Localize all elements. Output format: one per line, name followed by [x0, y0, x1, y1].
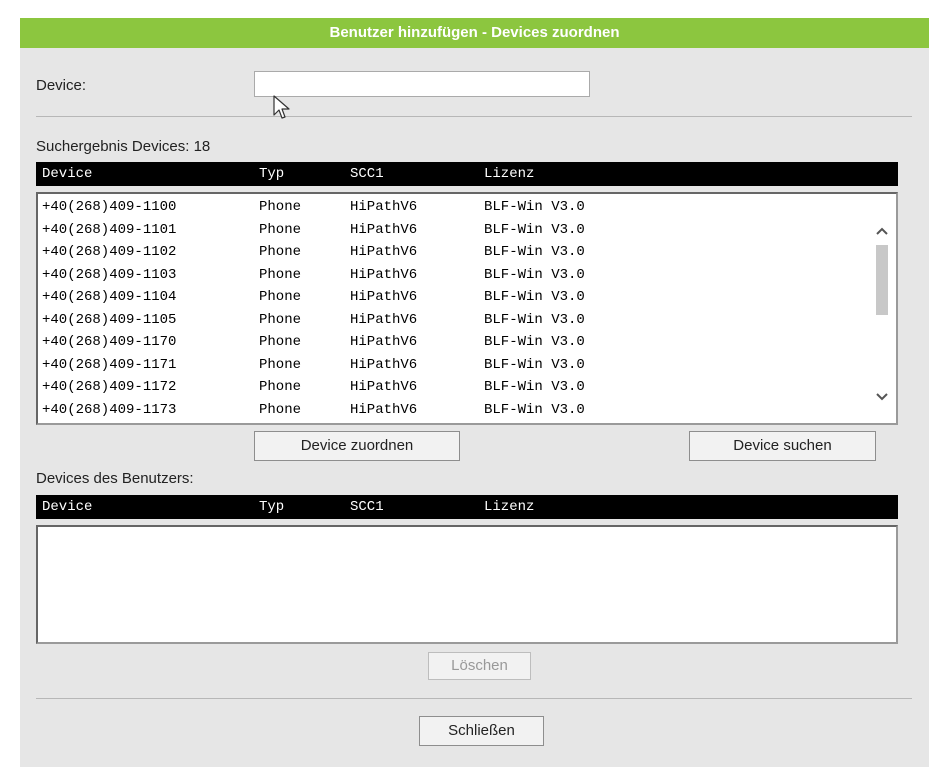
device-cell: +40(268)409-1173 [42, 401, 177, 418]
typ-cell: Phone [259, 334, 302, 350]
assign-device-button[interactable]: Device zuordnen [254, 431, 460, 461]
device-cell: +40(268)409-1172 [42, 379, 177, 395]
device-cell: +40(268)409-1101 [42, 221, 177, 238]
table-row[interactable]: +40(268)409-1172 Phone HiPathV6 BLF-Win V3.… [38, 376, 858, 398]
typ-cell: Phone [259, 244, 302, 260]
scc1-cell: HiPathV6 [350, 244, 418, 260]
user-devices-list[interactable] [36, 525, 898, 644]
delete-button[interactable]: Löschen [428, 652, 531, 680]
table-row[interactable]: +40(268)409-1102 Phone HiPathV6 BLF-Win V3.… [38, 241, 858, 263]
lizenz-cell: BLF-Win V3.0 [484, 401, 585, 418]
table-row[interactable]: +40(268)409-1100 Phone HiPathV6 BLF-Win V3.… [38, 196, 858, 218]
device-cell: +40(268)409-1100 [42, 199, 177, 215]
device-cell: +40(268)409-1102 [42, 244, 177, 260]
lizenz-cell: BLF-Win V3.0 [484, 221, 585, 238]
device-label: Device: [36, 77, 87, 94]
device-cell: +40(268)409-1105 [42, 311, 177, 328]
lizenz-cell: BLF-Win V3.0 [484, 379, 585, 395]
typ-cell: Phone [259, 199, 302, 215]
scc1-cell: HiPathV6 [350, 311, 418, 328]
search-results-header: Device Typ SCC1 Lizenz [36, 162, 898, 186]
column-header-scc1: SCC1 [350, 166, 384, 182]
column-header-lizenz: Lizenz [484, 499, 535, 515]
lizenz-cell: BLF-Win V3.0 [484, 334, 585, 350]
lizenz-cell: BLF-Win V3.0 [484, 289, 585, 305]
typ-cell: Phone [259, 379, 302, 395]
scc1-cell: HiPathV6 [350, 289, 418, 305]
table-row[interactable]: +40(268)409-1101 Phone HiPathV6 BLF-Win V3.… [38, 219, 858, 241]
scc1-cell: HiPathV6 [350, 199, 418, 215]
scc1-cell: HiPathV6 [350, 221, 418, 238]
typ-cell: Phone [259, 401, 302, 418]
chevron-up-icon[interactable] [874, 224, 890, 238]
scc1-cell: HiPathV6 [350, 356, 418, 373]
lizenz-cell: BLF-Win V3.0 [484, 244, 585, 260]
table-row[interactable]: +40(268)409-1105 Phone HiPathV6 BLF-Win V3.… [38, 309, 858, 331]
typ-cell: Phone [259, 266, 302, 283]
column-header-lizenz: Lizenz [484, 166, 535, 182]
typ-cell: Phone [259, 356, 302, 373]
scrollbar-thumb[interactable] [876, 245, 888, 315]
divider [36, 116, 912, 117]
table-row[interactable]: +40(268)409-1170 Phone HiPathV6 BLF-Win V3.… [38, 331, 858, 353]
search-results-list[interactable]: +40(268)409-1100 Phone HiPathV6 BLF-Win V3.… [36, 192, 898, 425]
scc1-cell: HiPathV6 [350, 266, 418, 283]
table-row[interactable]: +40(268)409-1171 Phone HiPathV6 BLF-Win V3.… [38, 354, 858, 376]
search-result-label: Suchergebnis Devices: 18 [36, 138, 211, 155]
table-row[interactable]: +40(268)409-1173 Phone HiPathV6 BLF-Win V3.… [38, 399, 858, 421]
column-header-device: Device [42, 166, 93, 182]
user-devices-label: Devices des Benutzers: [36, 470, 194, 487]
close-button[interactable]: Schließen [419, 716, 544, 746]
user-devices-header: Device Typ SCC1 Lizenz [36, 495, 898, 519]
table-row[interactable]: +40(268)409-1104 Phone HiPathV6 BLF-Win V3.… [38, 286, 858, 308]
lizenz-cell: BLF-Win V3.0 [484, 356, 585, 373]
device-cell: +40(268)409-1104 [42, 289, 177, 305]
typ-cell: Phone [259, 289, 302, 305]
lizenz-cell: BLF-Win V3.0 [484, 311, 585, 328]
typ-cell: Phone [259, 311, 302, 328]
device-cell: +40(268)409-1103 [42, 266, 177, 283]
lizenz-cell: BLF-Win V3.0 [484, 199, 585, 215]
mouse-pointer-icon [273, 95, 290, 119]
device-input[interactable] [254, 71, 590, 97]
device-cell: +40(268)409-1170 [42, 334, 177, 350]
table-row[interactable]: +40(268)409-1103 Phone HiPathV6 BLF-Win V3.… [38, 264, 858, 286]
typ-cell: Phone [259, 221, 302, 238]
assign-devices-dialog: Benutzer hinzufügen - Devices zuordnen D… [20, 18, 929, 767]
scc1-cell: HiPathV6 [350, 334, 418, 350]
column-header-device: Device [42, 499, 93, 515]
search-device-button[interactable]: Device suchen [689, 431, 876, 461]
chevron-down-icon[interactable] [874, 390, 890, 404]
scc1-cell: HiPathV6 [350, 401, 418, 418]
column-header-typ: Typ [259, 499, 285, 515]
column-header-typ: Typ [259, 166, 285, 182]
scc1-cell: HiPathV6 [350, 379, 418, 395]
dialog-title: Benutzer hinzufügen - Devices zuordnen [20, 18, 929, 48]
divider [36, 698, 912, 699]
device-cell: +40(268)409-1171 [42, 356, 177, 373]
lizenz-cell: BLF-Win V3.0 [484, 266, 585, 283]
column-header-scc1: SCC1 [350, 499, 384, 515]
